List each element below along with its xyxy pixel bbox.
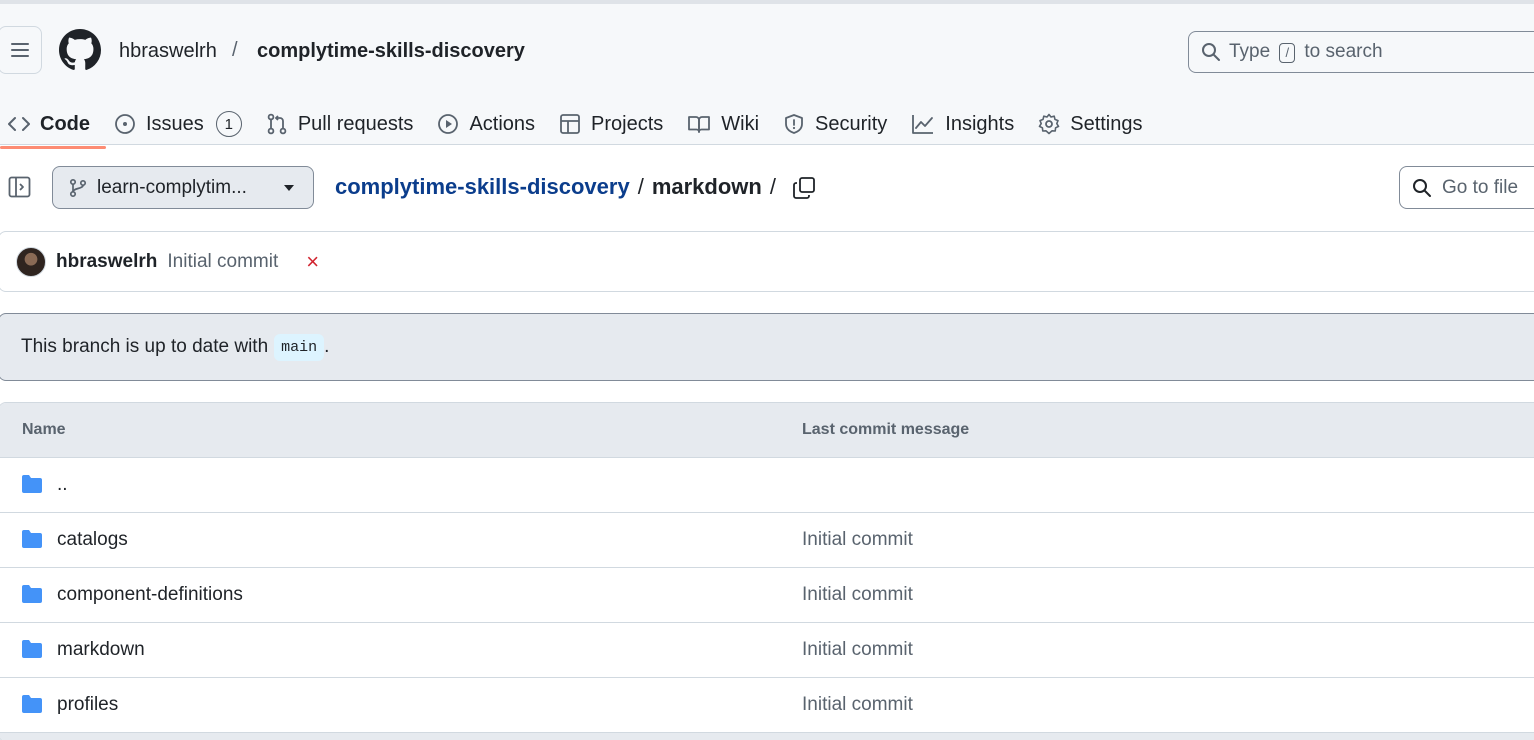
tab-wiki[interactable]: Wiki — [679, 99, 775, 149]
tab-label: Issues — [146, 112, 204, 135]
commit-message[interactable]: Initial commit — [167, 251, 278, 273]
search-icon — [1413, 178, 1431, 197]
github-logo-icon[interactable] — [59, 29, 101, 71]
avatar[interactable] — [16, 246, 46, 277]
tab-label: Actions — [469, 112, 536, 135]
caret-down-icon — [284, 184, 294, 191]
tab-pull-requests[interactable]: Pull requests — [258, 99, 430, 149]
tab-insights[interactable]: Insights — [903, 99, 1030, 149]
tab-projects[interactable]: Projects — [551, 99, 679, 149]
go-to-file-button[interactable]: Go to file — [1399, 166, 1534, 209]
breadcrumb-repo-link[interactable]: complytime-skills-discovery — [335, 174, 630, 200]
issue-opened-icon — [115, 114, 135, 134]
file-name[interactable]: markdown — [57, 639, 145, 661]
tab-label: Code — [40, 112, 90, 135]
breadcrumb: complytime-skills-discovery / markdown / — [335, 174, 776, 200]
go-to-file-label: Go to file — [1442, 176, 1519, 198]
folder-icon — [22, 695, 42, 713]
table-row[interactable]: catalogs Initial commit — [0, 513, 1534, 568]
file-name[interactable]: profiles — [57, 694, 118, 716]
breadcrumb-current: markdown — [651, 174, 762, 199]
file-name[interactable]: component-definitions — [57, 584, 243, 606]
shield-icon — [785, 114, 803, 134]
search-input[interactable]: Type / to search — [1188, 31, 1534, 73]
play-icon — [438, 114, 459, 134]
branch-status-text: This branch is up to date with — [21, 336, 269, 357]
folder-icon — [22, 530, 42, 548]
branch-selector[interactable]: learn-complytim... — [52, 166, 314, 209]
branch-name: learn-complytim... — [97, 176, 247, 198]
tab-label: Settings — [1070, 112, 1143, 135]
column-header-message: Last commit message — [802, 421, 970, 438]
breadcrumb-separator: / — [637, 174, 644, 199]
table-row[interactable]: component-definitions Initial commit — [0, 568, 1534, 623]
hamburger-icon — [11, 43, 29, 57]
search-prefix: Type — [1229, 41, 1271, 62]
file-commit-message[interactable]: Initial commit — [802, 584, 913, 606]
branch-status-banner: This branch is up to date with main . — [0, 313, 1534, 381]
file-commit-message[interactable]: Initial commit — [802, 694, 913, 716]
gear-icon — [1038, 113, 1060, 135]
table-icon — [560, 114, 580, 134]
breadcrumb-trailing-separator: / — [769, 174, 776, 199]
folder-icon — [22, 585, 42, 603]
tab-label: Pull requests — [297, 112, 414, 135]
latest-commit-box: hbraswelrh Initial commit × — [0, 231, 1534, 292]
table-footer — [0, 733, 1534, 740]
tab-actions[interactable]: Actions — [429, 99, 551, 149]
tab-security[interactable]: Security — [775, 99, 903, 149]
issues-counter: 1 — [215, 111, 242, 137]
copy-path-icon[interactable] — [792, 176, 816, 200]
file-name[interactable]: catalogs — [57, 529, 128, 551]
search-suffix: to search — [1304, 41, 1383, 62]
repo-tabs: Code Issues 1 Pull requests Actions Proj… — [0, 99, 1159, 149]
search-key-hint: / — [1279, 43, 1296, 63]
tab-label: Wiki — [721, 112, 760, 135]
tab-label: Projects — [591, 112, 664, 135]
book-icon — [688, 116, 711, 133]
sidebar-expand-icon[interactable] — [8, 176, 32, 198]
table-header: Name Last commit message — [0, 403, 1534, 458]
table-row-parent[interactable]: .. — [0, 458, 1534, 513]
column-header-name: Name — [22, 421, 66, 438]
branch-status-end: . — [324, 336, 330, 357]
repo-header: hbraswelrh / complytime-skills-discovery… — [0, 0, 1534, 149]
tab-label: Security — [815, 112, 888, 135]
git-pull-request-icon — [267, 113, 287, 135]
commit-author[interactable]: hbraswelrh — [56, 251, 157, 273]
owner-repo-separator: / — [232, 39, 238, 61]
file-table: Name Last commit message .. catalogs Ini… — [0, 402, 1534, 740]
repo-link[interactable]: complytime-skills-discovery — [257, 40, 525, 63]
folder-icon — [22, 475, 42, 493]
base-branch-chip[interactable]: main — [274, 333, 325, 361]
search-icon — [1202, 43, 1220, 61]
folder-icon — [22, 640, 42, 658]
file-commit-message[interactable]: Initial commit — [802, 529, 913, 551]
table-row[interactable]: profiles Initial commit — [0, 678, 1534, 733]
code-icon — [8, 117, 30, 131]
table-row[interactable]: markdown Initial commit — [0, 623, 1534, 678]
file-name[interactable]: .. — [57, 474, 68, 496]
file-commit-message[interactable]: Initial commit — [802, 639, 913, 661]
tab-label: Insights — [945, 112, 1015, 135]
tab-settings[interactable]: Settings — [1030, 99, 1158, 149]
check-failed-icon[interactable]: × — [306, 249, 319, 275]
tab-issues[interactable]: Issues 1 — [106, 99, 258, 149]
git-branch-icon — [69, 178, 87, 197]
graph-icon — [912, 115, 934, 134]
tab-code[interactable]: Code — [0, 99, 106, 149]
owner-link[interactable]: hbraswelrh — [119, 40, 217, 63]
menu-button[interactable] — [0, 26, 42, 74]
